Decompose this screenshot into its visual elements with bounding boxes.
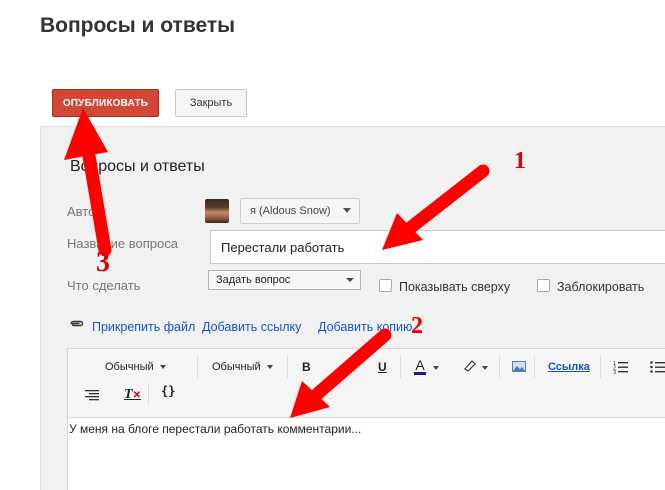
show-on-top-label: Показывать сверху — [399, 280, 511, 294]
chevron-down-icon — [159, 365, 166, 369]
section-title: Вопросы и ответы — [70, 158, 205, 175]
toolbar-divider — [499, 356, 500, 378]
align-right-icon[interactable] — [85, 389, 99, 401]
author-select[interactable]: я (Aldous Snow) — [240, 198, 360, 224]
highlight-icon[interactable] — [462, 358, 478, 372]
bulleted-list-icon[interactable] — [650, 360, 665, 374]
toolbar-divider — [400, 356, 401, 378]
action-select-value: Задать вопрос — [216, 274, 291, 286]
author-select-value: я (Aldous Snow) — [250, 205, 331, 217]
image-icon[interactable] — [512, 361, 526, 372]
annotation-2: 2 — [411, 313, 423, 339]
svg-text:3: 3 — [613, 370, 616, 374]
annotation-3: 3 — [96, 247, 110, 278]
bold-button[interactable]: B — [302, 360, 311, 374]
chevron-down-icon — [433, 366, 439, 370]
toolbar-divider — [534, 356, 535, 378]
lock-label: Заблокировать — [557, 280, 645, 294]
avatar — [205, 199, 229, 223]
add-copy-link[interactable]: Добавить копию — [318, 320, 412, 334]
toolbar-divider — [148, 383, 149, 405]
underline-button[interactable]: U — [378, 360, 387, 374]
annotation-1: 1 — [514, 148, 526, 174]
remove-format-button[interactable]: T✕ — [124, 387, 141, 403]
text-color-button[interactable]: A — [414, 357, 426, 375]
add-link-link[interactable]: Добавить ссылку — [202, 320, 301, 334]
code-button[interactable]: {} — [161, 384, 175, 398]
question-title-label: Название вопроса — [67, 236, 178, 251]
paperclip-icon — [70, 320, 84, 327]
toolbar-divider — [600, 356, 601, 378]
publish-button[interactable]: ОПУБЛИКОВАТЬ — [52, 89, 159, 117]
numbered-list-icon[interactable]: 1 2 3 — [613, 360, 629, 374]
close-button[interactable]: Закрыть — [175, 89, 247, 117]
show-on-top-checkbox[interactable] — [379, 279, 392, 292]
page-title: Вопросы и ответы — [40, 14, 236, 37]
font-style-value: Обычный — [105, 361, 154, 373]
chevron-down-icon — [266, 365, 273, 369]
font-style-select[interactable]: Обычный — [105, 361, 166, 373]
chevron-down-icon — [346, 278, 354, 282]
author-label: Автор — [67, 204, 103, 219]
chevron-down-icon — [482, 366, 488, 370]
font-size-select[interactable]: Обычный — [212, 361, 273, 373]
toolbar-divider — [287, 356, 288, 378]
toolbar-divider — [197, 356, 198, 378]
insert-link-button[interactable]: Ссылка — [548, 361, 590, 373]
chevron-down-icon — [343, 208, 351, 213]
question-title-value: Перестали работать — [221, 239, 345, 255]
attach-file-link[interactable]: Прикрепить файл — [92, 320, 195, 334]
action-select[interactable]: Задать вопрос — [208, 270, 361, 290]
remove-x-icon: ✕ — [132, 390, 141, 401]
lock-checkbox[interactable] — [537, 279, 550, 292]
text-color-label: A — [415, 357, 425, 373]
editor-body[interactable]: У меня на блоге перестали работать комме… — [67, 417, 665, 490]
action-label: Что сделать — [67, 278, 141, 293]
remove-format-label: T — [124, 387, 133, 402]
question-title-input[interactable]: Перестали работать — [210, 230, 665, 264]
font-size-value: Обычный — [212, 361, 261, 373]
